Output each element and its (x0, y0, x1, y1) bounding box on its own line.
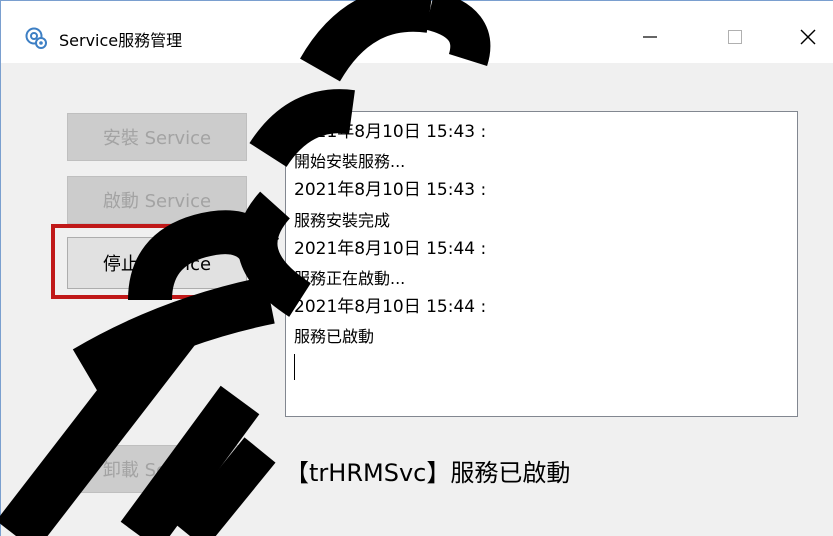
start-service-button[interactable]: 啟動 Service (67, 176, 247, 224)
log-line: 服務正在啟動... (294, 269, 406, 289)
maximize-button[interactable] (712, 15, 758, 59)
log-textbox[interactable]: 2021年8月10日 15:43 : 開始安裝服務... 2021年8月10日 … (285, 111, 798, 417)
title-bar[interactable]: Service服務管理 (1, 1, 833, 63)
minimize-icon (643, 36, 657, 38)
minimize-button[interactable] (627, 15, 673, 59)
install-service-button[interactable]: 安裝 Service (67, 113, 247, 161)
log-line: 開始安裝服務... (294, 152, 406, 172)
log-line: 2021年8月10日 15:43 : (294, 180, 487, 201)
maximize-icon (728, 30, 742, 44)
log-line: 服務安裝完成 (294, 210, 391, 230)
close-icon (800, 29, 816, 45)
app-window: Service服務管理 安裝 Service 啟動 Service 停止 Ser… (0, 0, 833, 536)
uninstall-service-button[interactable]: 卸載 Service (67, 445, 247, 493)
log-line: 服務已啟動 (294, 327, 375, 347)
log-line: 2021年8月10日 15:44 : (294, 297, 487, 318)
close-button[interactable] (785, 15, 831, 59)
log-line: 2021年8月10日 15:44 : (294, 238, 487, 259)
service-gear-icon (25, 27, 47, 49)
text-cursor (294, 353, 295, 380)
stop-button-highlight (51, 224, 260, 299)
service-status-label: 【trHRMSvc】服務已啟動 (285, 459, 571, 487)
log-line: 2021年8月10日 15:43 : (294, 122, 487, 142)
window-title: Service服務管理 (59, 31, 183, 50)
